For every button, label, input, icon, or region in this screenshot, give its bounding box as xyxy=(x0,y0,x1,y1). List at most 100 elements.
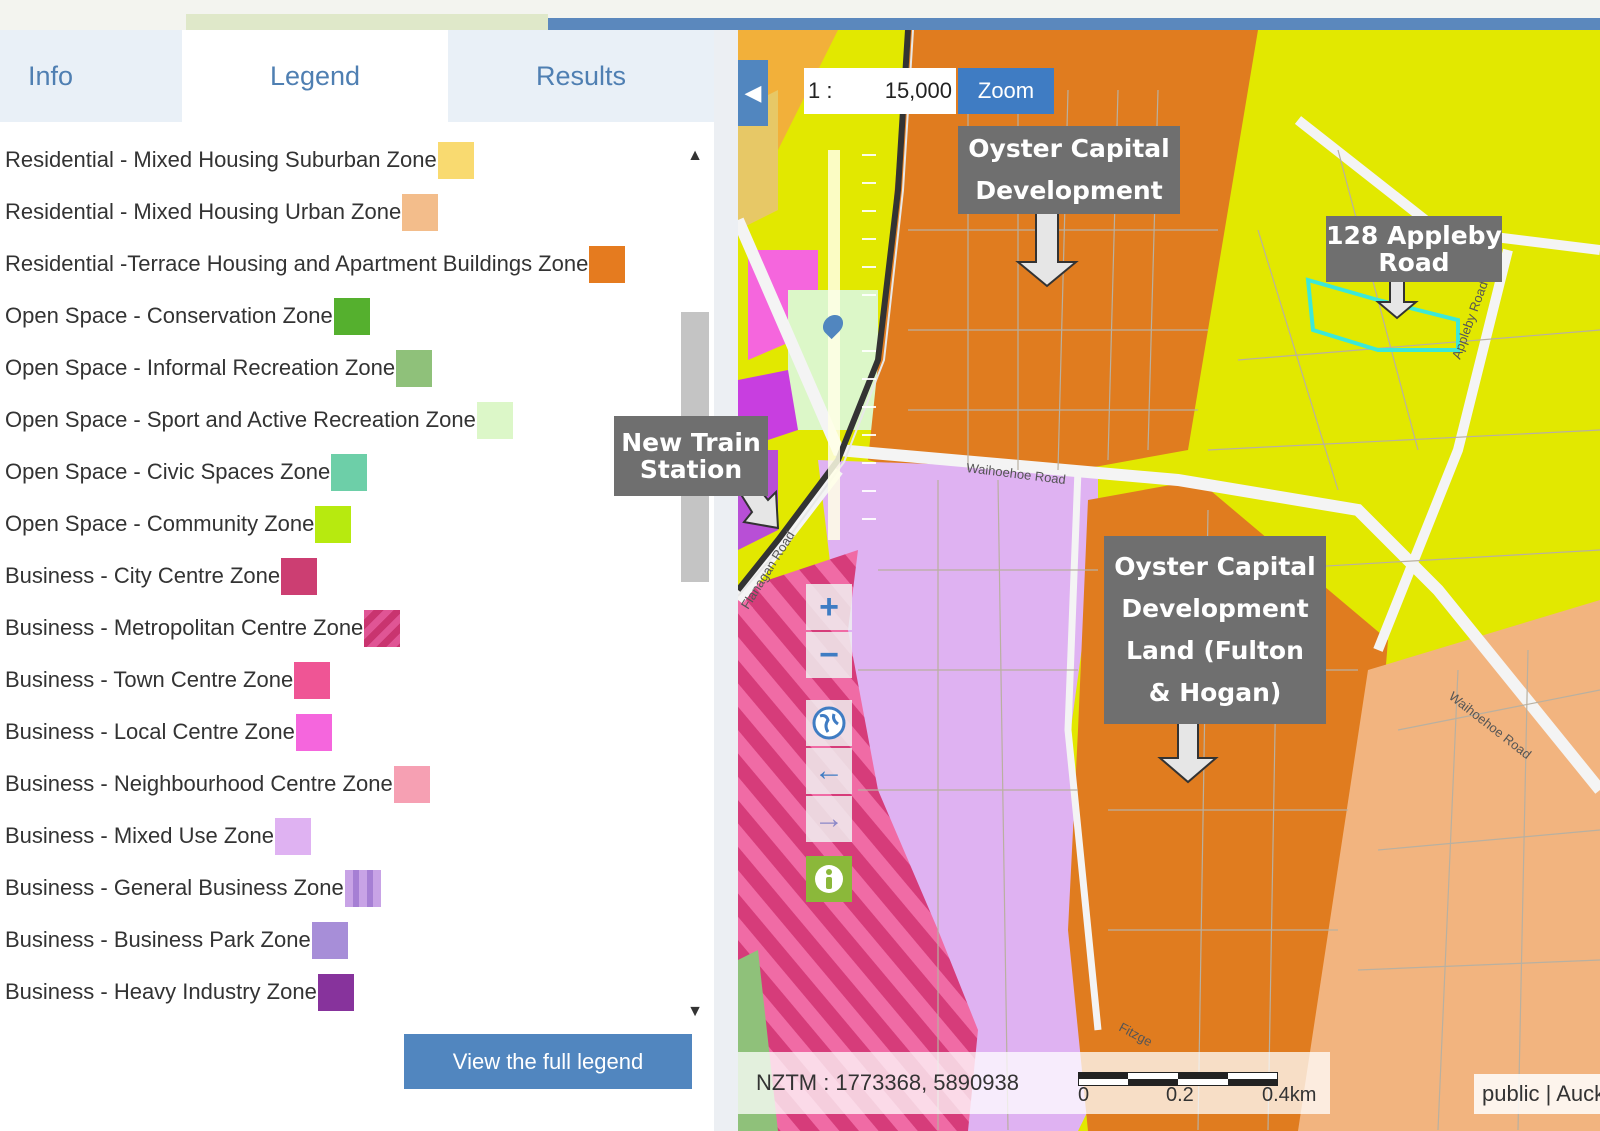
scroll-down-arrow-icon[interactable]: ▼ xyxy=(685,1002,705,1022)
legend-swatch xyxy=(396,349,433,387)
zoom-button[interactable]: Zoom xyxy=(958,68,1054,114)
legend-item: Business - Heavy Industry Zone xyxy=(5,972,354,1012)
legend-item: Open Space - Sport and Active Recreation… xyxy=(5,400,513,440)
zoom-out-icon[interactable]: − xyxy=(806,632,852,678)
legend-item-label: Residential -Terrace Housing and Apartme… xyxy=(5,251,589,276)
view-full-legend-button[interactable]: View the full legend xyxy=(404,1034,692,1089)
legend-item-label: Business - City Centre Zone xyxy=(5,563,281,588)
legend-item: Business - City Centre Zone xyxy=(5,556,318,596)
globe-icon[interactable] xyxy=(806,700,852,746)
panel-divider[interactable] xyxy=(714,30,738,1131)
coordinate-readout: NZTM : 1773368, 5890938 0 0.2 0.4km xyxy=(738,1052,1330,1114)
scroll-up-arrow-icon[interactable]: ▲ xyxy=(685,146,705,166)
legend-item: Business - Metropolitan Centre Zone xyxy=(5,608,401,648)
slider-tick xyxy=(862,518,876,520)
legend-item-label: Business - Mixed Use Zone xyxy=(5,823,274,848)
legend-swatch xyxy=(281,557,318,595)
legend-swatch xyxy=(476,401,513,439)
top-strip-map-edge xyxy=(186,14,548,30)
slider-tick xyxy=(862,378,876,380)
side-panel: Info Legend Results Residential - Mixed … xyxy=(0,30,714,1131)
scale-input-box[interactable]: 1 : xyxy=(804,68,956,114)
slider-tick xyxy=(862,406,876,408)
legend-item: Business - Town Centre Zone xyxy=(5,660,331,700)
annotation-train-station: New Train Station xyxy=(614,416,768,496)
legend-swatch xyxy=(364,609,401,647)
slider-tick xyxy=(862,462,876,464)
legend-item-label: Residential - Mixed Housing Urban Zone xyxy=(5,199,402,224)
legend-list: Residential - Mixed Housing Suburban Zon… xyxy=(0,140,680,1040)
legend-swatch xyxy=(317,973,354,1011)
legend-item-label: Residential - Mixed Housing Suburban Zon… xyxy=(5,147,437,172)
slider-tick xyxy=(862,182,876,184)
legend-item: Open Space - Community Zone xyxy=(5,504,352,544)
legend-swatch xyxy=(437,141,474,179)
legend-item: Business - General Business Zone xyxy=(5,868,381,908)
legend-item: Business - Local Centre Zone xyxy=(5,712,332,752)
legend-item-label: Business - Neighbourhood Centre Zone xyxy=(5,771,393,796)
legend-item-label: Business - Town Centre Zone xyxy=(5,667,294,692)
info-icon[interactable] xyxy=(806,856,852,902)
legend-item-label: Business - Metropolitan Centre Zone xyxy=(5,615,364,640)
legend-item: Business - Neighbourhood Centre Zone xyxy=(5,764,430,804)
scale-label-0-4km: 0.4km xyxy=(1262,1084,1317,1106)
tab-bar: Info Legend Results xyxy=(0,30,714,122)
legend-item-label: Open Space - Informal Recreation Zone xyxy=(5,355,396,380)
scale-input[interactable] xyxy=(842,78,952,104)
annotation-fulton-hogan: Oyster Capital Development Land (Fulton … xyxy=(1104,536,1326,724)
nztm-coordinates: NZTM : 1773368, 5890938 xyxy=(756,1070,1019,1095)
legend-swatch xyxy=(393,765,430,803)
back-arrow-icon[interactable]: ← xyxy=(806,748,852,794)
map-credit: public | Auckland xyxy=(1474,1074,1600,1114)
forward-arrow-icon[interactable]: → xyxy=(806,796,852,842)
slider-tick xyxy=(862,350,876,352)
legend-item-label: Business - Local Centre Zone xyxy=(5,719,295,744)
slider-tick xyxy=(862,490,876,492)
scale-label-0-2: 0.2 xyxy=(1166,1084,1194,1106)
legend-item-label: Business - General Business Zone xyxy=(5,875,344,900)
slider-tick xyxy=(862,294,876,296)
zoom-in-icon[interactable]: + xyxy=(806,584,852,630)
top-strip xyxy=(0,0,1600,30)
legend-swatch xyxy=(333,297,370,335)
zoom-slider[interactable] xyxy=(818,150,882,540)
slider-tick xyxy=(862,238,876,240)
slider-tick xyxy=(862,154,876,156)
tab-info[interactable]: Info xyxy=(0,30,182,122)
collapse-panel-button[interactable]: ◀ xyxy=(738,60,768,126)
legend-scrollbar[interactable]: ▲ ▼ xyxy=(680,136,710,1036)
tab-results[interactable]: Results xyxy=(448,30,714,122)
slider-tick xyxy=(862,210,876,212)
legend-item: Business - Mixed Use Zone xyxy=(5,816,311,856)
legend-swatch xyxy=(402,193,439,231)
legend-item: Residential -Terrace Housing and Apartme… xyxy=(5,244,626,284)
legend-swatch xyxy=(589,245,626,283)
slider-tick xyxy=(862,266,876,268)
legend-item-label: Open Space - Sport and Active Recreation… xyxy=(5,407,476,432)
legend-item: Business - Business Park Zone xyxy=(5,920,348,960)
legend-swatch xyxy=(295,713,332,751)
legend-item-label: Business - Business Park Zone xyxy=(5,927,311,952)
legend-swatch xyxy=(275,817,311,855)
legend-swatch xyxy=(294,661,331,699)
legend-swatch xyxy=(344,869,381,907)
legend-item-label: Business - Heavy Industry Zone xyxy=(5,979,317,1004)
legend-swatch xyxy=(311,921,348,959)
legend-item: Residential - Mixed Housing Urban Zone xyxy=(5,192,439,232)
slider-tick xyxy=(862,434,876,436)
legend-swatch xyxy=(315,505,352,543)
annotation-oyster-top: Oyster Capital Development xyxy=(958,126,1180,214)
legend-item: Open Space - Conservation Zone xyxy=(5,296,370,336)
legend-item: Residential - Mixed Housing Suburban Zon… xyxy=(5,140,474,180)
scale-prefix: 1 : xyxy=(808,78,833,103)
tab-legend[interactable]: Legend xyxy=(182,30,448,122)
legend-swatch xyxy=(331,453,368,491)
legend-item-label: Open Space - Community Zone xyxy=(5,511,315,536)
top-strip-accent xyxy=(548,18,1600,30)
scale-label-0: 0 xyxy=(1078,1084,1090,1106)
legend-item: Open Space - Civic Spaces Zone xyxy=(5,452,368,492)
legend-item-label: Open Space - Civic Spaces Zone xyxy=(5,459,331,484)
annotation-appleby: 128 Appleby Road xyxy=(1326,216,1502,282)
zoom-slider-track[interactable] xyxy=(828,150,840,540)
legend-item: Open Space - Informal Recreation Zone xyxy=(5,348,433,388)
